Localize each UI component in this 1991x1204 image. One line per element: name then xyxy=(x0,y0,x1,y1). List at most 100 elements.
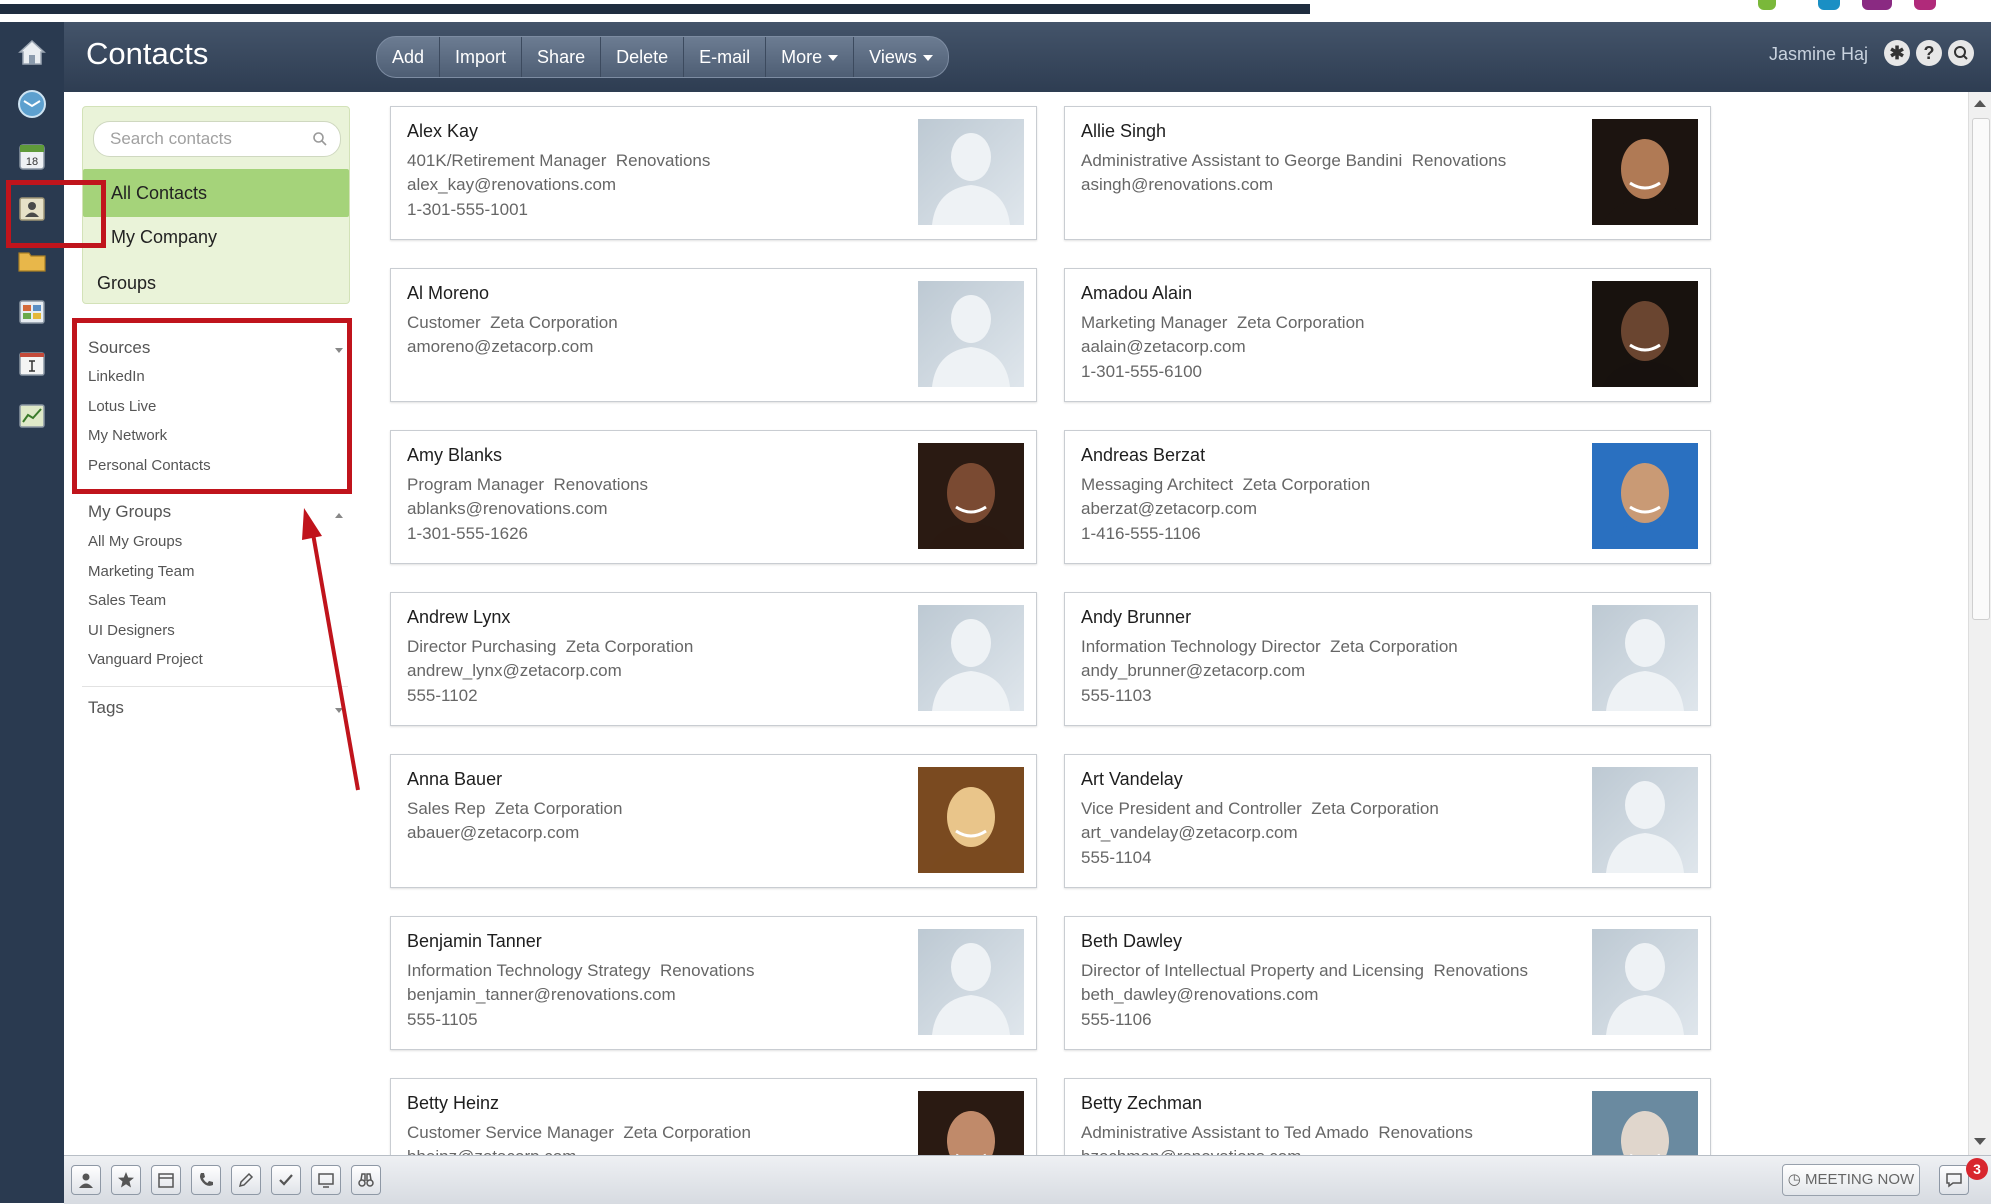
contact-name[interactable]: Andreas Berzat xyxy=(1081,445,1205,466)
contact-email[interactable]: bheinz@zetacorp.com xyxy=(407,1147,576,1155)
charts-icon[interactable] xyxy=(14,398,50,434)
contact-name[interactable]: Art Vandelay xyxy=(1081,769,1183,790)
contact-name[interactable]: Amadou Alain xyxy=(1081,283,1192,304)
contact-email[interactable]: andy_brunner@zetacorp.com xyxy=(1081,661,1305,681)
scroll-up-icon[interactable] xyxy=(1974,100,1986,107)
activities-icon[interactable] xyxy=(14,294,50,330)
tags-heading[interactable]: Tags xyxy=(88,698,124,718)
contact-name[interactable]: Betty Heinz xyxy=(407,1093,499,1114)
screen-icon[interactable] xyxy=(311,1165,341,1195)
contact-phone[interactable]: 1-416-555-1106 xyxy=(1081,524,1201,544)
group-ui-designers[interactable]: UI Designers xyxy=(88,622,175,639)
contact-name[interactable]: Betty Zechman xyxy=(1081,1093,1202,1114)
contact-phone[interactable]: 555-1104 xyxy=(1081,848,1152,868)
home-icon[interactable] xyxy=(14,34,50,70)
avatar xyxy=(918,443,1024,549)
contact-email[interactable]: aalain@zetacorp.com xyxy=(1081,337,1246,357)
contact-phone[interactable]: 555-1105 xyxy=(407,1010,478,1030)
contact-name[interactable]: Allie Singh xyxy=(1081,121,1166,142)
group-sales-team[interactable]: Sales Team xyxy=(88,592,166,609)
magnifier-icon[interactable] xyxy=(312,131,328,147)
contact-name[interactable]: Alex Kay xyxy=(407,121,478,142)
contact-name[interactable]: Andy Brunner xyxy=(1081,607,1191,628)
contact-card[interactable]: Al Moreno Customer Zeta Corporation amoren… xyxy=(390,268,1037,402)
avatar-placeholder-icon xyxy=(1592,767,1698,873)
user-name[interactable]: Jasmine Haj xyxy=(1769,44,1868,65)
contact-phone[interactable]: 555-1103 xyxy=(1081,686,1152,706)
contact-phone[interactable]: 555-1106 xyxy=(1081,1010,1152,1030)
contact-phone[interactable]: 1-301-555-6100 xyxy=(1081,362,1202,382)
meeting-now-button[interactable]: ◷ MEETING NOW xyxy=(1782,1164,1920,1196)
nav-all-contacts[interactable]: All Contacts xyxy=(83,169,349,217)
chat-icon[interactable] xyxy=(1939,1165,1969,1195)
group-marketing-team[interactable]: Marketing Team xyxy=(88,563,194,580)
contact-email[interactable]: art_vandelay@zetacorp.com xyxy=(1081,823,1298,843)
contact-email[interactable]: benjamin_tanner@renovations.com xyxy=(407,985,676,1005)
contact-card[interactable]: Betty Heinz Customer Service Manager Zeta… xyxy=(390,1078,1037,1155)
contact-email[interactable]: alex_kay@renovations.com xyxy=(407,175,616,195)
scrollbar-thumb[interactable] xyxy=(1972,118,1990,620)
contact-name[interactable]: Andrew Lynx xyxy=(407,607,510,628)
contact-email[interactable]: andrew_lynx@zetacorp.com xyxy=(407,661,622,681)
checkbox-icon[interactable] xyxy=(271,1165,301,1195)
contact-card[interactable]: Andy Brunner Information Technology Direc… xyxy=(1064,592,1711,726)
pencil-icon[interactable] xyxy=(231,1165,261,1195)
contact-email[interactable]: ablanks@renovations.com xyxy=(407,499,608,519)
person-icon[interactable] xyxy=(71,1165,101,1195)
calendar-icon[interactable]: 18 xyxy=(14,138,50,174)
email-button[interactable]: E-mail xyxy=(684,37,767,77)
contact-name[interactable]: Benjamin Tanner xyxy=(407,931,542,952)
delete-button[interactable]: Delete xyxy=(601,37,685,77)
contact-card[interactable]: Art Vandelay Vice President and Controlle… xyxy=(1064,754,1711,888)
contact-card[interactable]: Andrew Lynx Director Purchasing Zeta Corp… xyxy=(390,592,1037,726)
calendar-small-icon[interactable] xyxy=(151,1165,181,1195)
contact-card[interactable]: Betty Zechman Administrative Assistant to… xyxy=(1064,1078,1711,1155)
contact-card[interactable]: Anna Bauer Sales Rep Zeta Corporation abau… xyxy=(390,754,1037,888)
contact-phone[interactable]: 555-1102 xyxy=(407,686,478,706)
star-icon[interactable] xyxy=(111,1165,141,1195)
nav-my-company[interactable]: My Company xyxy=(111,227,217,248)
import-button[interactable]: Import xyxy=(440,37,523,77)
contact-name[interactable]: Anna Bauer xyxy=(407,769,502,790)
contact-card[interactable]: Benjamin Tanner Information Technology St… xyxy=(390,916,1037,1050)
add-button[interactable]: Add xyxy=(377,37,441,77)
more-button[interactable]: More xyxy=(766,37,855,77)
contact-card[interactable]: Andreas Berzat Messaging Architect Zeta C… xyxy=(1064,430,1711,564)
group-vanguard-project[interactable]: Vanguard Project xyxy=(88,651,203,668)
contact-email[interactable]: abauer@zetacorp.com xyxy=(407,823,579,843)
contact-card[interactable]: Alex Kay 401K/Retirement Manager Renovati… xyxy=(390,106,1037,240)
contact-name[interactable]: Al Moreno xyxy=(407,283,489,304)
group-all-my-groups[interactable]: All My Groups xyxy=(88,533,182,550)
contact-card[interactable]: Amadou Alain Marketing Manager Zeta Corpo… xyxy=(1064,268,1711,402)
scrollbar[interactable] xyxy=(1968,92,1991,1155)
contact-email[interactable]: asingh@renovations.com xyxy=(1081,175,1273,195)
forms-icon[interactable] xyxy=(14,346,50,382)
my-groups-heading[interactable]: My Groups xyxy=(88,502,171,522)
bottom-bar: ◷ MEETING NOW 3 xyxy=(64,1155,1991,1204)
contact-name[interactable]: Beth Dawley xyxy=(1081,931,1182,952)
binoculars-icon[interactable] xyxy=(351,1165,381,1195)
search-icon[interactable] xyxy=(1948,40,1974,66)
contact-phone[interactable]: 1-301-555-1626 xyxy=(407,524,528,544)
contact-email[interactable]: bzechman@renovations.com xyxy=(1081,1147,1301,1155)
contact-email[interactable]: aberzat@zetacorp.com xyxy=(1081,499,1257,519)
contact-phone[interactable]: 1-301-555-1001 xyxy=(407,200,528,220)
contact-card[interactable]: Allie Singh Administrative Assistant to G… xyxy=(1064,106,1711,240)
settings-icon[interactable]: ✱ xyxy=(1884,40,1910,66)
contact-title-line: Program Manager Renovations xyxy=(407,475,648,495)
help-icon[interactable]: ? xyxy=(1916,40,1942,66)
contact-email[interactable]: beth_dawley@renovations.com xyxy=(1081,985,1318,1005)
scroll-down-icon[interactable] xyxy=(1974,1138,1986,1145)
brand-deco-magenta xyxy=(1914,0,1936,10)
contact-email[interactable]: amoreno@zetacorp.com xyxy=(407,337,593,357)
phone-icon[interactable] xyxy=(191,1165,221,1195)
contact-job-title: Program Manager xyxy=(407,475,545,494)
nav-groups[interactable]: Groups xyxy=(97,273,156,294)
search-contacts-input[interactable]: Search contacts xyxy=(93,121,341,157)
share-button[interactable]: Share xyxy=(522,37,602,77)
mail-icon[interactable] xyxy=(14,86,50,122)
contact-name[interactable]: Amy Blanks xyxy=(407,445,502,466)
views-button[interactable]: Views xyxy=(854,37,948,77)
contact-card[interactable]: Beth Dawley Director of Intellectual Prop… xyxy=(1064,916,1711,1050)
contact-card[interactable]: Amy Blanks Program Manager Renovations abl… xyxy=(390,430,1037,564)
